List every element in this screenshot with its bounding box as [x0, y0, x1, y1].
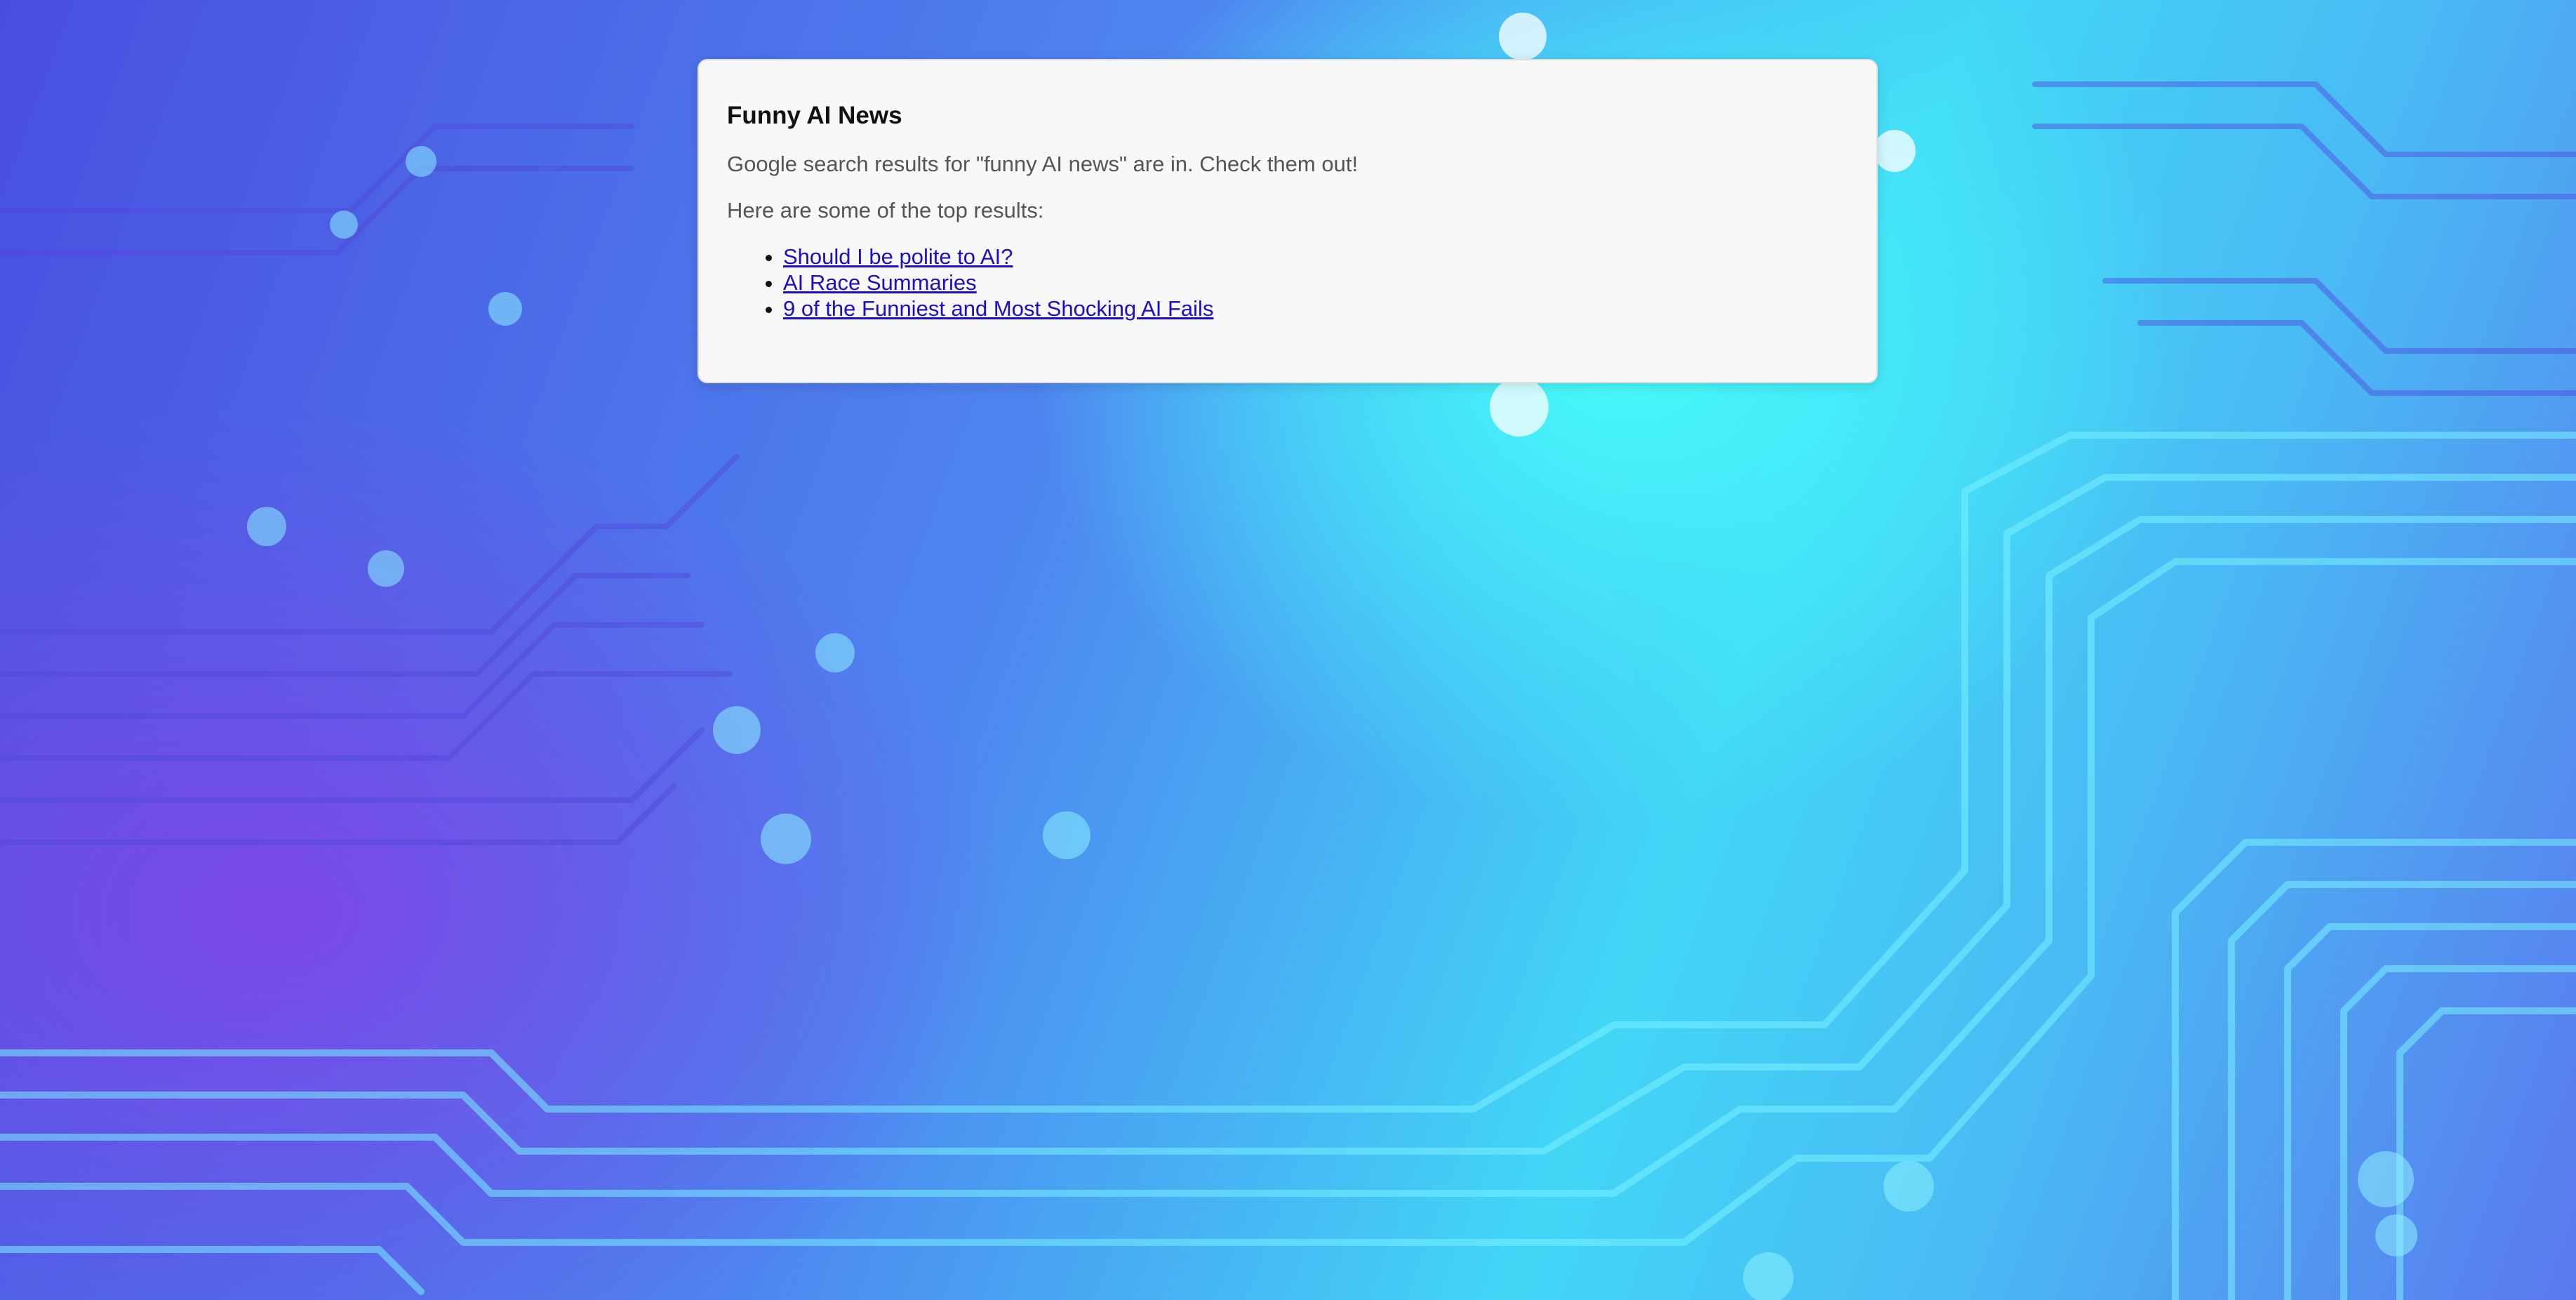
result-link-funniest-ai-fails[interactable]: 9 of the Funniest and Most Shocking AI F… [783, 296, 1213, 321]
intro-text: Google search results for "funny AI news… [727, 152, 1359, 176]
results-heading: Here are some of the top results: [727, 198, 1044, 223]
result-link-polite-to-ai[interactable]: Should I be polite to AI? [783, 244, 1013, 269]
list-item: 9 of the Funniest and Most Shocking AI F… [783, 296, 1848, 321]
results-list: Should I be polite to AI? AI Race Summar… [727, 244, 1848, 321]
news-card: Funny AI News Google search results for … [698, 59, 1878, 383]
page-title: Funny AI News [727, 102, 902, 129]
list-item: Should I be polite to AI? [783, 244, 1848, 270]
list-item: AI Race Summaries [783, 270, 1848, 296]
result-link-ai-race-summaries[interactable]: AI Race Summaries [783, 270, 977, 295]
